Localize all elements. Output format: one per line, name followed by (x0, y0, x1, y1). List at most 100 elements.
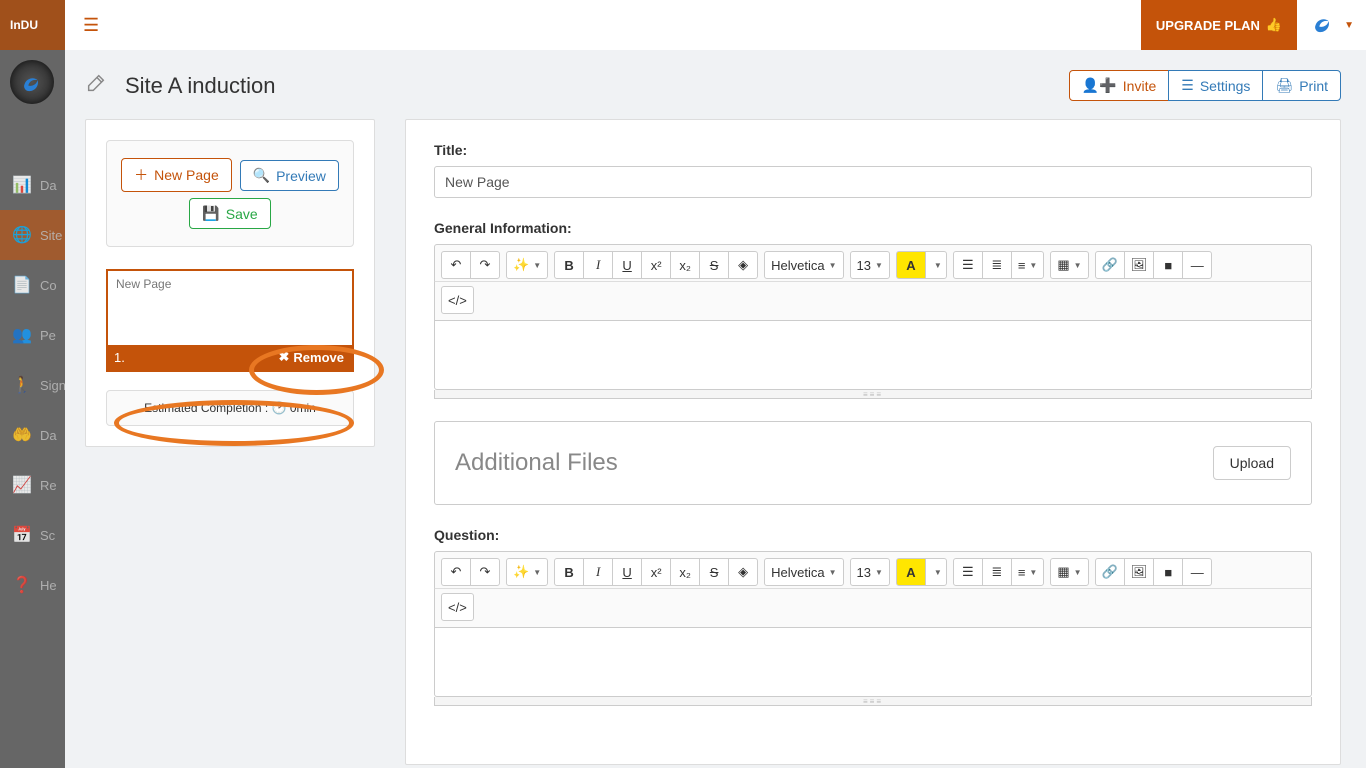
undo-button[interactable]: ↶ (441, 251, 471, 279)
image-button[interactable]: 🖼 (1124, 251, 1155, 279)
font-size-select[interactable]: 13▼ (850, 251, 890, 279)
text-color-more-button-q[interactable]: ▼ (925, 558, 947, 586)
unordered-list-button[interactable]: ☰ (953, 251, 983, 279)
save-button[interactable]: 💾 Save (189, 198, 270, 229)
general-info-label: General Information: (434, 220, 1312, 236)
editor-resize-grip-q[interactable]: ≡≡≡ (434, 697, 1312, 706)
text-color-more-button[interactable]: ▼ (925, 251, 947, 279)
text-color-button-q[interactable]: A (896, 558, 926, 586)
hr-button[interactable]: — (1182, 251, 1212, 279)
question-editor[interactable] (434, 628, 1312, 697)
ordered-list-button-q[interactable]: ≣ (982, 558, 1012, 586)
underline-button[interactable]: U (612, 251, 642, 279)
superscript-button-q[interactable]: x² (641, 558, 671, 586)
redo-button-q[interactable]: ↷ (470, 558, 500, 586)
title-input[interactable] (434, 166, 1312, 198)
question-label: Question: (434, 527, 1312, 543)
link-icon: 🔗 (1102, 257, 1118, 273)
clear-format-button-q[interactable]: ◈ (728, 558, 758, 586)
upgrade-plan-button[interactable]: UPGRADE PLAN 👍 (1141, 0, 1297, 50)
italic-button[interactable]: I (583, 251, 613, 279)
list-ul-icon: ☰ (962, 257, 974, 273)
align-icon: ≡ (1018, 565, 1026, 580)
sidebar-item-people[interactable]: 👥Pe (0, 310, 65, 360)
strikethrough-button-q[interactable]: S (699, 558, 729, 586)
code-icon: </> (448, 600, 467, 615)
hr-button-q[interactable]: — (1182, 558, 1212, 586)
redo-button[interactable]: ↷ (470, 251, 500, 279)
italic-button-q[interactable]: I (583, 558, 613, 586)
redo-icon: ↷ (480, 257, 491, 273)
video-button[interactable]: ■ (1153, 251, 1183, 279)
chevron-down-icon: ▼ (1074, 568, 1082, 577)
bold-button-q[interactable]: B (554, 558, 584, 586)
new-page-button[interactable]: ＋ New Page (121, 158, 232, 192)
page-title: Site A induction (125, 73, 275, 99)
print-button[interactable]: 🖨 Print (1262, 70, 1341, 101)
settings-button[interactable]: ☰ Settings (1168, 70, 1263, 101)
sidebar-nav: 📊Da 🌐Site 📄Co 👥Pe 🚶Sign 🤲Da 📈Re 📅Sc ❓He (0, 160, 65, 610)
title-label: Title: (434, 142, 1312, 158)
chevron-down-icon: ▼ (934, 261, 942, 270)
invite-button[interactable]: 👤➕ Invite (1069, 70, 1169, 101)
sidebar-item-dashboard[interactable]: 📊Da (0, 160, 65, 210)
sidebar-item-content[interactable]: 📄Co (0, 260, 65, 310)
paragraph-align-button-q[interactable]: ≡▼ (1011, 558, 1045, 586)
upgrade-label: UPGRADE PLAN (1156, 18, 1260, 33)
remove-page-button[interactable]: ✖ Remove (279, 349, 344, 365)
magic-format-button[interactable]: ✨▼ (506, 251, 548, 279)
font-family-select[interactable]: Helvetica▼ (764, 251, 843, 279)
magic-format-button-q[interactable]: ✨▼ (506, 558, 548, 586)
body-row: ＋ New Page 🔍 Preview 💾 Save Ne (85, 119, 1341, 765)
strikethrough-button[interactable]: S (699, 251, 729, 279)
table-button[interactable]: ▦▼ (1050, 251, 1088, 279)
unordered-list-button-q[interactable]: ☰ (953, 558, 983, 586)
editor-resize-grip[interactable]: ≡≡≡ (434, 390, 1312, 399)
bold-button[interactable]: B (554, 251, 584, 279)
chevron-down-icon: ▼ (875, 261, 883, 270)
link-button[interactable]: 🔗 (1095, 251, 1125, 279)
sidebar-item-data[interactable]: 🤲Da (0, 410, 65, 460)
font-family-select-q[interactable]: Helvetica▼ (764, 558, 843, 586)
image-button-q[interactable]: 🖼 (1124, 558, 1155, 586)
eraser-icon: ◈ (738, 257, 748, 273)
code-view-button[interactable]: </> (441, 286, 474, 314)
subscript-button-q[interactable]: x₂ (670, 558, 700, 586)
sidebar-item-help[interactable]: ❓He (0, 560, 65, 610)
edit-pencil-icon[interactable] (85, 72, 107, 100)
ordered-list-button[interactable]: ≣ (982, 251, 1012, 279)
superscript-button[interactable]: x² (641, 251, 671, 279)
preview-button[interactable]: 🔍 Preview (240, 160, 339, 191)
underline-button-q[interactable]: U (612, 558, 642, 586)
walk-icon: 🚶 (12, 375, 30, 395)
doc-icon: 📄 (12, 275, 30, 295)
video-button-q[interactable]: ■ (1153, 558, 1183, 586)
text-color-button[interactable]: A (896, 251, 926, 279)
help-icon: ❓ (12, 575, 30, 595)
clear-format-button[interactable]: ◈ (728, 251, 758, 279)
sidebar-item-site[interactable]: 🌐Site (0, 210, 65, 260)
paragraph-align-button[interactable]: ≡▼ (1011, 251, 1045, 279)
menu-toggle-icon[interactable]: ☰ (83, 15, 99, 36)
subscript-button[interactable]: x₂ (670, 251, 700, 279)
font-size-select-q[interactable]: 13▼ (850, 558, 890, 586)
chevron-down-icon: ▼ (875, 568, 883, 577)
people-icon: 👥 (12, 325, 30, 345)
undo-button-q[interactable]: ↶ (441, 558, 471, 586)
code-icon: </> (448, 293, 467, 308)
page-index: 1. (114, 350, 125, 365)
content: Site A induction 👤➕ Invite ☰ Settings 🖨 … (65, 50, 1366, 768)
general-info-editor[interactable] (434, 321, 1312, 390)
account-logo-icon[interactable] (1312, 12, 1334, 39)
table-button-q[interactable]: ▦▼ (1050, 558, 1088, 586)
code-view-button-q[interactable]: </> (441, 593, 474, 621)
sidebar-item-reports[interactable]: 📈Re (0, 460, 65, 510)
sidebar-item-sign[interactable]: 🚶Sign (0, 360, 65, 410)
upload-button[interactable]: Upload (1213, 446, 1291, 480)
wand-icon: ✨ (513, 564, 529, 580)
sidebar-item-schedule[interactable]: 📅Sc (0, 510, 65, 560)
est-label: Estimated Completion : (144, 401, 268, 415)
account-chevron-down-icon[interactable]: ▼ (1344, 20, 1354, 31)
link-button-q[interactable]: 🔗 (1095, 558, 1125, 586)
page-thumbnail-card[interactable]: New Page 1. ✖ Remove (106, 269, 354, 372)
